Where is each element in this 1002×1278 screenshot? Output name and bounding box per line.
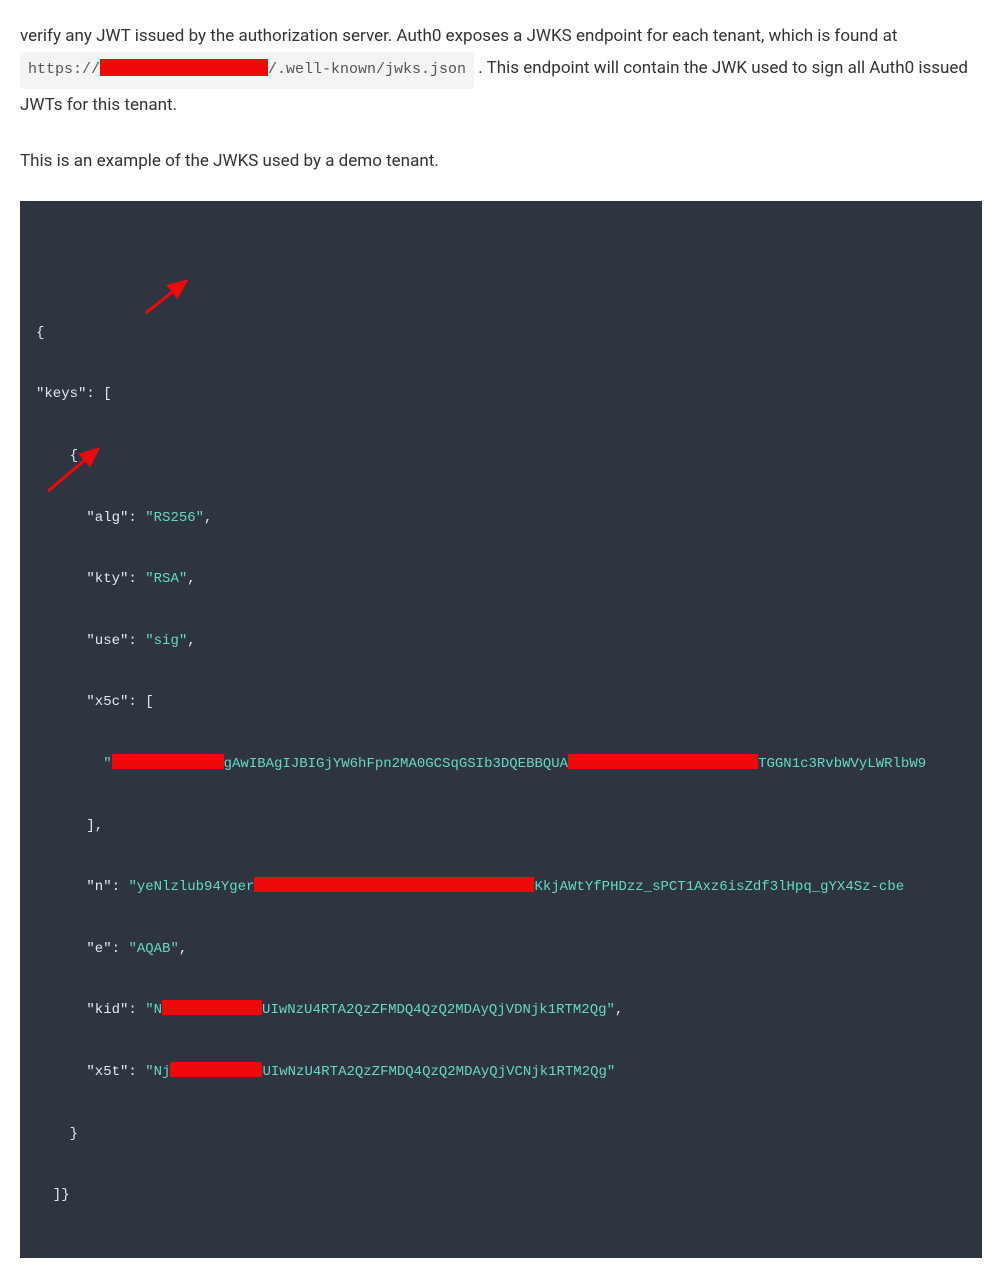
alg-key: "alg" xyxy=(36,510,128,526)
alg-value: "RS256" xyxy=(145,510,204,526)
code-prefix: https:// xyxy=(28,61,100,78)
arrow-annotation-alg xyxy=(138,271,208,321)
keys-close: ]} xyxy=(36,1187,70,1203)
para2-text: This is an example of the JWKS used by a… xyxy=(20,151,439,171)
jwks-url-code: https:// /.well-known/jwks.json xyxy=(20,52,474,89)
x5t-pre: "Nj xyxy=(145,1064,170,1080)
n-key: "n" xyxy=(36,879,112,895)
kid-suf: UIwNzU4RTA2QzZFMDQ4QzQ2MDAyQjVDNjk1RTM2Q… xyxy=(262,1002,615,1018)
inner-close-brace: } xyxy=(36,1126,78,1142)
redact-x5c-1 xyxy=(112,754,224,769)
intro-paragraph-1: verify any JWT issued by the authorizati… xyxy=(20,20,982,121)
e-key: "e" xyxy=(36,941,112,957)
redacted-domain xyxy=(100,59,268,76)
brace-open: { xyxy=(36,325,44,341)
x5c-mid2: TGGN1c3RvbWVyLWRlbW9 xyxy=(758,756,926,772)
kid-pre: "N xyxy=(145,1002,162,1018)
x5t-key: "x5t" xyxy=(36,1064,128,1080)
x5c-mid1: gAwIBAgIJBIGjYW6hFpn2MA0GCSqGSIb3DQEBBQU… xyxy=(224,756,568,772)
keys-open: : [ xyxy=(86,386,111,402)
use-value: "sig" xyxy=(145,633,187,649)
n-mid: KkjAWtYfPHDzz_sPCT1Axz6isZdf3lHpq_gYX4Sz… xyxy=(534,879,904,895)
x5c-key: "x5c" xyxy=(36,694,128,710)
para1-before: verify any JWT issued by the authorizati… xyxy=(20,26,897,46)
n-pre: "yeNlzlub94Yger xyxy=(128,879,254,895)
kty-key: "kty" xyxy=(36,571,128,587)
e-value: "AQAB" xyxy=(128,941,178,957)
code-suffix: /.well-known/jwks.json xyxy=(268,61,466,78)
redact-kid xyxy=(162,1000,262,1015)
jwks-code-block: { "keys": [ { "alg": "RS256", "kty": "RS… xyxy=(20,201,982,1257)
x5t-suf: UIwNzU4RTA2QzZFMDQ4QzQ2MDAyQjVCNjk1RTM2Q… xyxy=(262,1064,615,1080)
kid-key: "kid" xyxy=(36,1002,128,1018)
redact-x5c-2 xyxy=(568,754,758,769)
redact-x5t xyxy=(170,1062,262,1077)
kty-value: "RSA" xyxy=(145,571,187,587)
x5c-open: : [ xyxy=(128,694,153,710)
x5c-close: ], xyxy=(36,818,103,834)
x5c-quote: " xyxy=(36,756,112,772)
use-key: "use" xyxy=(36,633,128,649)
keys-key: "keys" xyxy=(36,386,86,402)
redact-n xyxy=(254,877,534,892)
intro-paragraph-2: This is an example of the JWKS used by a… xyxy=(20,145,982,177)
inner-open-brace: { xyxy=(36,448,78,464)
